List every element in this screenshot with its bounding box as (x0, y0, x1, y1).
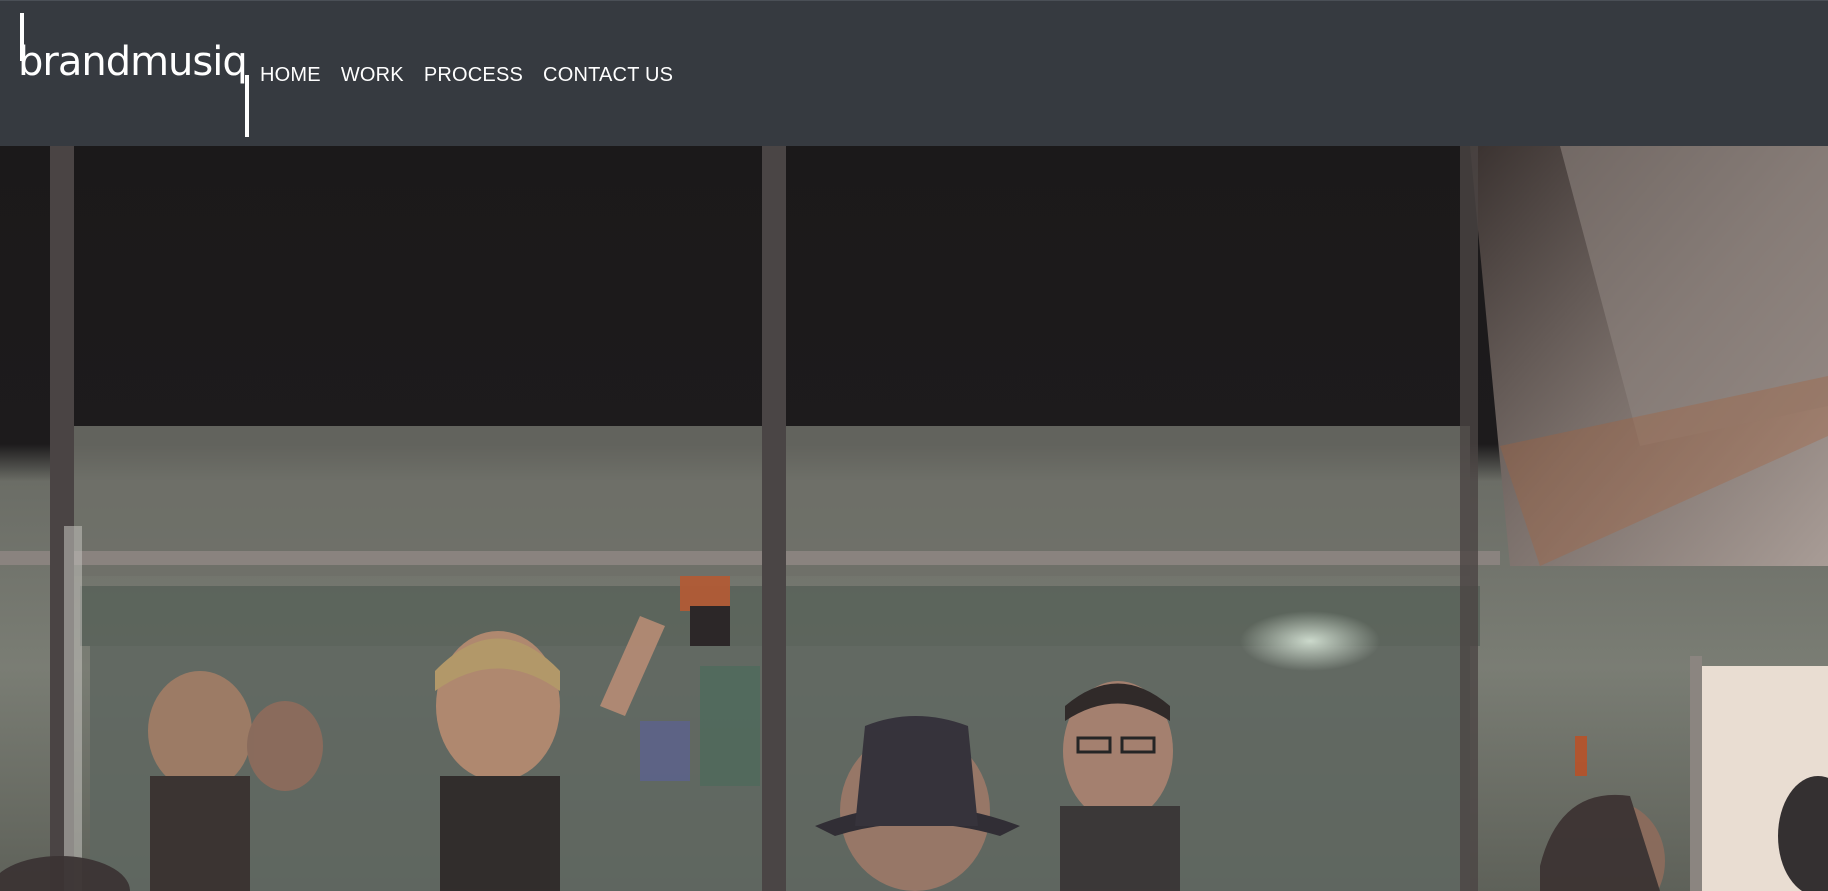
svg-text:brandmusiq: brandmusiq (18, 39, 247, 85)
hero-image (0, 146, 1828, 891)
brand-logo[interactable]: brandmusiq (18, 11, 253, 139)
nav-work[interactable]: WORK (341, 61, 404, 89)
logo-icon: brandmusiq (18, 13, 249, 137)
main-nav: HOME WORK PROCESS CONTACT US (260, 61, 673, 89)
site-header: brandmusiq HOME WORK PROCESS CONTACT US (0, 0, 1828, 146)
hero-video-background (0, 146, 1828, 891)
nav-process[interactable]: PROCESS (424, 61, 523, 89)
nav-contact-us[interactable]: CONTACT US (543, 61, 673, 89)
nav-home[interactable]: HOME (260, 61, 321, 89)
